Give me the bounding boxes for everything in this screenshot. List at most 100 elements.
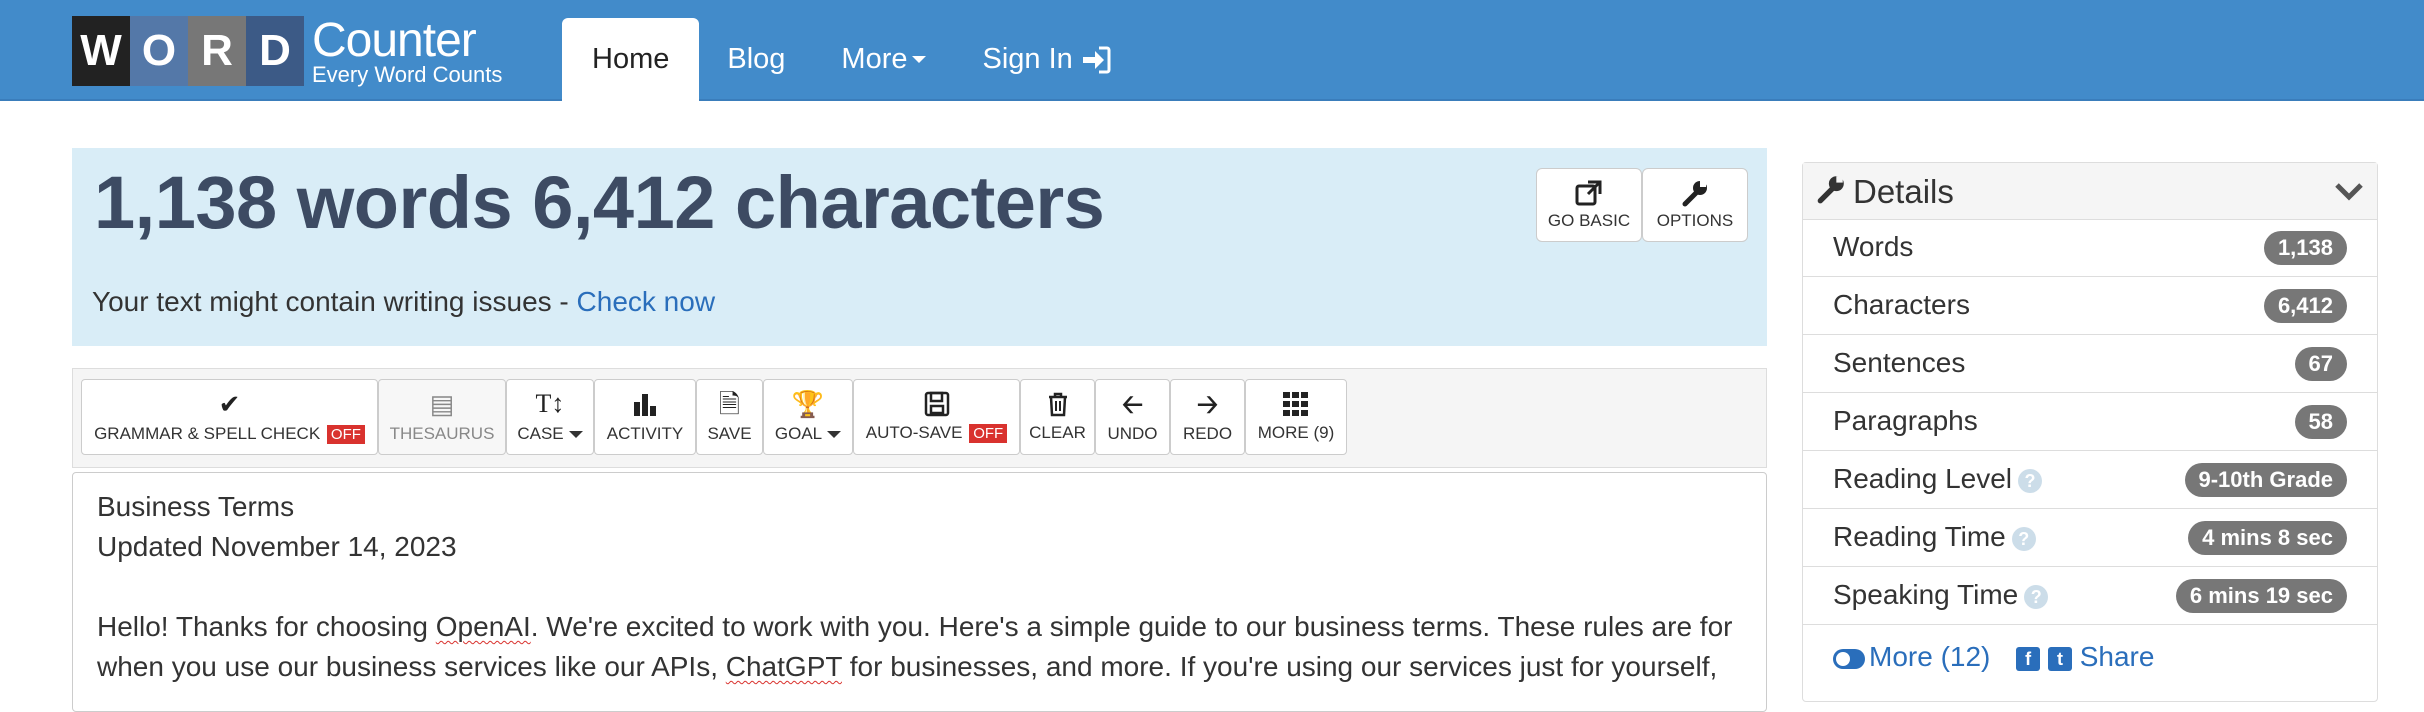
bar-chart-icon <box>634 394 656 416</box>
book-icon: ▤ <box>429 389 455 419</box>
caret-down-icon <box>568 431 583 439</box>
detail-value-badge: 1,138 <box>2263 231 2347 265</box>
activity-button[interactable]: ACTIVITY <box>594 379 696 455</box>
nav-more-label: More <box>841 43 908 75</box>
detail-label-wrap: Reading Level? <box>1833 463 2043 495</box>
undo-label: UNDO <box>1107 424 1158 443</box>
logo-letter-o: O <box>130 16 188 86</box>
help-icon[interactable]: ? <box>2018 468 2043 493</box>
editor-text: for businesses, and more. If you're usin… <box>841 651 1718 682</box>
grammar-check-button[interactable]: ✔ GRAMMAR & SPELL CHECK OFF <box>81 379 378 455</box>
clear-label: CLEAR <box>1029 423 1086 442</box>
editor-text: . We're excited to work with you. Here's… <box>530 611 1733 642</box>
goal-button[interactable]: 🏆 GOAL <box>763 379 853 455</box>
go-basic-button[interactable]: GO BASIC <box>1536 168 1642 242</box>
text-height-icon: T↕ <box>535 389 565 418</box>
detail-row-characters: Characters 6,412 <box>1803 277 2377 335</box>
options-button[interactable]: OPTIONS <box>1642 168 1748 242</box>
grammar-check-label-wrap: GRAMMAR & SPELL CHECK OFF <box>94 424 365 444</box>
details-footer: More (12) f t Share <box>1833 641 2154 673</box>
undo-button[interactable]: 🡠 UNDO <box>1095 379 1170 455</box>
logo-letter-d: D <box>246 16 304 86</box>
detail-label-wrap: Speaking Time? <box>1833 579 2049 611</box>
writing-issues-text: Your text might contain writing issues - <box>92 286 577 317</box>
editor-line: Business Terms <box>97 491 295 522</box>
options-label: OPTIONS <box>1656 211 1734 230</box>
go-basic-label: GO BASIC <box>1547 211 1631 230</box>
grid-icon <box>1283 392 1308 416</box>
detail-label: Words <box>1833 231 1914 262</box>
detail-label: Reading Level <box>1833 463 2013 494</box>
share-label: Share <box>2079 641 2155 672</box>
thesaurus-button[interactable]: ▤ THESAURUS <box>378 379 506 455</box>
detail-row-reading-level: Reading Level? 9-10th Grade <box>1803 451 2377 509</box>
details-header[interactable]: Details <box>1803 163 2377 220</box>
logo-letter-w: W <box>72 16 130 86</box>
goal-label: GOAL <box>774 424 823 443</box>
detail-value-badge: 6,412 <box>2263 289 2347 323</box>
arrow-left-icon: 🡠 <box>1121 389 1144 419</box>
redo-button[interactable]: 🡢 REDO <box>1170 379 1245 455</box>
clear-button[interactable]: CLEAR <box>1020 379 1095 455</box>
detail-row-words: Words 1,138 <box>1803 219 2377 277</box>
logo[interactable]: W O R D <box>72 16 304 86</box>
twitter-icon: t <box>2047 646 2072 671</box>
nav-home[interactable]: Home <box>562 18 700 101</box>
detail-label: Characters <box>1833 289 1970 320</box>
spelling-flagged-word[interactable]: ChatGPT <box>726 651 842 682</box>
logo-letter-r: R <box>188 16 246 86</box>
trophy-icon: 🏆 <box>791 389 825 419</box>
stats-banner: 1,138 words 6,412 characters Your text m… <box>72 148 1767 346</box>
arrow-right-icon: 🡢 <box>1196 389 1219 419</box>
word-character-count: 1,138 words 6,412 characters <box>94 161 1105 244</box>
trash-icon <box>1048 392 1067 417</box>
editor-line: Updated November 14, 2023 <box>97 531 457 562</box>
editor-text: when you use our business services like … <box>97 651 726 682</box>
check-now-link[interactable]: Check now <box>577 286 716 317</box>
auto-save-label-wrap: AUTO-SAVE OFF <box>865 423 1008 443</box>
editor-toolbar: ✔ GRAMMAR & SPELL CHECK OFF ▤ THESAURUS … <box>72 368 1767 468</box>
help-icon[interactable]: ? <box>2011 526 2036 551</box>
case-label: CASE <box>517 424 564 443</box>
detail-value-badge: 9-10th Grade <box>2184 463 2347 497</box>
save-file-icon: 🗎 <box>719 389 740 419</box>
auto-save-off-badge: OFF <box>969 424 1008 443</box>
detail-label: Reading Time <box>1833 521 2006 552</box>
text-editor[interactable]: Business Terms Updated November 14, 2023… <box>72 472 1767 712</box>
case-button[interactable]: T↕ CASE <box>506 379 594 455</box>
grammar-off-badge: OFF <box>326 425 365 444</box>
detail-label: Speaking Time <box>1833 579 2019 610</box>
save-label: SAVE <box>707 424 752 443</box>
floppy-icon <box>924 391 949 417</box>
detail-value-badge: 4 mins 8 sec <box>2188 521 2347 555</box>
auto-save-button[interactable]: AUTO-SAVE OFF <box>853 379 1020 455</box>
detail-label-wrap: Reading Time? <box>1833 521 2036 553</box>
share-link[interactable]: f t Share <box>2016 641 2154 672</box>
more-details-link[interactable]: More (12) <box>1833 641 1990 672</box>
redo-label: REDO <box>1182 424 1233 443</box>
nav-blog[interactable]: Blog <box>699 18 813 101</box>
thesaurus-label: THESAURUS <box>389 424 495 443</box>
details-panel: Details Words 1,138 Characters 6,412 Sen… <box>1802 162 2378 702</box>
chevron-down-icon[interactable] <box>2333 175 2365 207</box>
save-button[interactable]: 🗎 SAVE <box>696 379 763 455</box>
detail-label: Paragraphs <box>1833 405 1978 436</box>
logo-text[interactable]: Counter Every Word Counts <box>312 17 503 87</box>
spelling-flagged-word[interactable]: OpenAI <box>436 611 531 642</box>
caret-down-icon <box>912 56 927 63</box>
goal-label-wrap: GOAL <box>774 424 842 444</box>
detail-value-badge: 67 <box>2294 347 2347 381</box>
auto-save-label: AUTO-SAVE <box>865 423 963 442</box>
external-link-icon <box>1575 180 1602 206</box>
more-tools-button[interactable]: MORE (9) <box>1245 379 1347 455</box>
detail-row-sentences: Sentences 67 <box>1803 335 2377 393</box>
details-title: Details <box>1853 173 1954 210</box>
nav-more[interactable]: More <box>813 18 954 101</box>
more-tools-label: MORE (9) <box>1257 423 1335 442</box>
logo-tagline: Every Word Counts <box>312 62 503 87</box>
nav-sign-in[interactable]: Sign In <box>954 18 1138 101</box>
help-icon[interactable]: ? <box>2024 584 2049 609</box>
editor-text: Hello! Thanks for choosing <box>97 611 436 642</box>
detail-value-badge: 58 <box>2294 405 2347 439</box>
nav-sign-in-label: Sign In <box>982 43 1073 75</box>
